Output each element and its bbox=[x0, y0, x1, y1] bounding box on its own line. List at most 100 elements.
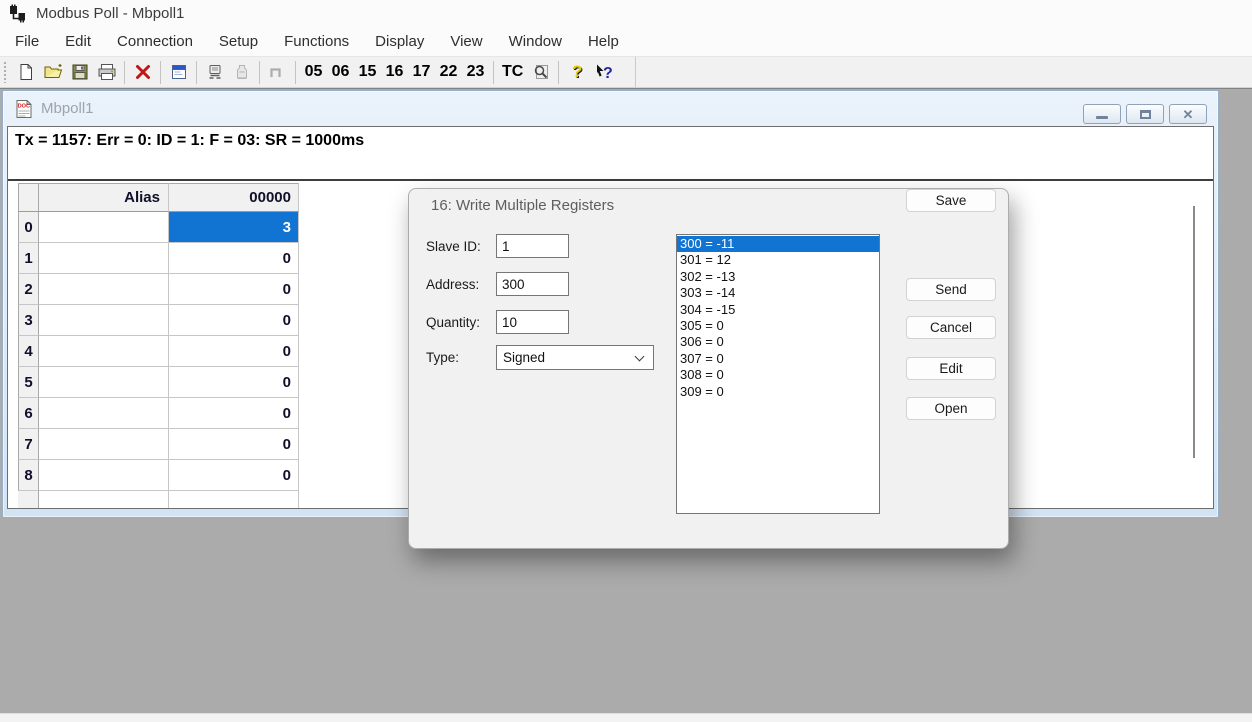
alias-column-header[interactable]: Alias bbox=[39, 183, 169, 212]
value-cell[interactable]: 0 bbox=[169, 460, 299, 491]
menu-item[interactable]: Window bbox=[496, 28, 575, 55]
row-header-cell[interactable]: 4 bbox=[18, 336, 39, 367]
dialog-button[interactable]: Send bbox=[906, 278, 996, 301]
disconnect-button[interactable] bbox=[129, 59, 156, 85]
toolbar-separator bbox=[196, 61, 197, 84]
new-file-button[interactable] bbox=[12, 59, 39, 85]
dialog-button[interactable]: Open bbox=[906, 397, 996, 420]
read-write-definition-button[interactable] bbox=[201, 59, 228, 85]
list-item[interactable]: 309 = 0 bbox=[677, 384, 879, 400]
list-item[interactable]: 301 = 12 bbox=[677, 252, 879, 268]
menu-item[interactable]: Setup bbox=[206, 28, 271, 55]
communication-status-line: Tx = 1157: Err = 0: ID = 1: F = 03: SR =… bbox=[15, 132, 364, 150]
table-row: 3 0 bbox=[18, 305, 299, 336]
alias-cell[interactable] bbox=[39, 367, 169, 398]
toolbar-separator bbox=[259, 61, 260, 84]
row-header-cell[interactable]: 0 bbox=[18, 212, 39, 243]
maximize-button[interactable] bbox=[1126, 104, 1164, 124]
app-title: Modbus Poll - Mbpoll1 bbox=[36, 5, 184, 22]
list-item[interactable]: 304 = -15 bbox=[677, 302, 879, 318]
dialog-fields: Slave ID: Address: Quantity: bbox=[426, 234, 569, 348]
row-header-cell[interactable]: 2 bbox=[18, 274, 39, 305]
type-selected-value: Signed bbox=[503, 350, 545, 365]
close-icon: ✕ bbox=[1183, 108, 1194, 121]
save-button[interactable] bbox=[66, 59, 93, 85]
alias-cell[interactable] bbox=[39, 305, 169, 336]
clipped-row bbox=[18, 491, 299, 509]
dialog-button[interactable]: Save bbox=[906, 189, 996, 212]
alias-cell[interactable] bbox=[39, 398, 169, 429]
dialog-button-column: Send Cancel Edit Open Save bbox=[906, 189, 996, 548]
row-header-cell[interactable]: 6 bbox=[18, 398, 39, 429]
field-input[interactable] bbox=[496, 310, 569, 334]
minimize-button[interactable] bbox=[1083, 104, 1121, 124]
alias-cell[interactable] bbox=[39, 274, 169, 305]
list-item[interactable]: 302 = -13 bbox=[677, 269, 879, 285]
alias-cell[interactable] bbox=[39, 212, 169, 243]
menu-item[interactable]: Connection bbox=[104, 28, 206, 55]
alias-cell[interactable] bbox=[39, 429, 169, 460]
register-value-list[interactable]: 300 = -11301 = 12302 = -13303 = -14304 =… bbox=[676, 234, 880, 514]
alias-cell[interactable] bbox=[39, 336, 169, 367]
context-help-button[interactable]: ? bbox=[590, 59, 617, 85]
display-setup-button[interactable] bbox=[165, 59, 192, 85]
list-item[interactable]: 300 = -11 bbox=[677, 236, 879, 252]
write-multiple-registers-dialog: 16: Write Multiple Registers Slave ID: A… bbox=[408, 188, 1009, 549]
menu-item[interactable]: Edit bbox=[52, 28, 104, 55]
print-button[interactable] bbox=[93, 59, 120, 85]
menu-item[interactable]: View bbox=[437, 28, 495, 55]
menu-item[interactable]: Help bbox=[575, 28, 632, 55]
context-help-icon: ? bbox=[594, 63, 614, 81]
row-header-cell[interactable]: 3 bbox=[18, 305, 39, 336]
alias-cell[interactable] bbox=[39, 243, 169, 274]
function-code-button[interactable]: 23 bbox=[462, 59, 489, 85]
value-cell[interactable]: 0 bbox=[169, 274, 299, 305]
open-file-button[interactable] bbox=[39, 59, 66, 85]
dialog-button[interactable]: Cancel bbox=[906, 316, 996, 339]
menu-item[interactable]: Functions bbox=[271, 28, 362, 55]
list-item[interactable]: 305 = 0 bbox=[677, 318, 879, 334]
test-center-button[interactable]: TC bbox=[498, 59, 527, 85]
value-cell[interactable]: 0 bbox=[169, 336, 299, 367]
dialog-button[interactable]: Edit bbox=[906, 357, 996, 380]
menu-item[interactable]: File bbox=[2, 28, 52, 55]
vertical-scrollbar[interactable] bbox=[1193, 206, 1195, 458]
function-code-button[interactable]: 06 bbox=[327, 59, 354, 85]
communication-traffic-button[interactable] bbox=[228, 59, 255, 85]
alias-cell[interactable] bbox=[39, 460, 169, 491]
row-header-cell[interactable]: 1 bbox=[18, 243, 39, 274]
menu-item[interactable]: Display bbox=[362, 28, 437, 55]
type-select[interactable]: Signed bbox=[496, 345, 654, 370]
function-code-button[interactable]: 05 bbox=[300, 59, 327, 85]
list-item[interactable]: 303 = -14 bbox=[677, 285, 879, 301]
value-cell[interactable]: 3 bbox=[169, 212, 299, 243]
value-column-header[interactable]: 00000 bbox=[169, 183, 299, 212]
value-cell[interactable]: 0 bbox=[169, 429, 299, 460]
communication-log-button[interactable] bbox=[527, 59, 554, 85]
grid-corner-cell bbox=[18, 183, 39, 212]
value-cell[interactable]: 0 bbox=[169, 398, 299, 429]
value-cell[interactable]: 0 bbox=[169, 305, 299, 336]
list-item[interactable]: 306 = 0 bbox=[677, 334, 879, 350]
function-pulse-button[interactable] bbox=[264, 59, 291, 85]
list-item[interactable]: 307 = 0 bbox=[677, 351, 879, 367]
function-code-button[interactable]: 16 bbox=[381, 59, 408, 85]
function-code-button[interactable]: 15 bbox=[354, 59, 381, 85]
function-code-button[interactable]: 22 bbox=[435, 59, 462, 85]
register-grid: Alias 00000 0 3 1 0 bbox=[18, 183, 299, 509]
communication-traffic-icon bbox=[233, 63, 251, 81]
row-header-cell[interactable]: 8 bbox=[18, 460, 39, 491]
close-window-button[interactable]: ✕ bbox=[1169, 104, 1207, 124]
mbpoll-window-titlebar[interactable]: DOC Mbpoll1 bbox=[3, 91, 1218, 126]
field-input[interactable] bbox=[496, 234, 569, 258]
toolbar-separator bbox=[295, 61, 296, 84]
field-input[interactable] bbox=[496, 272, 569, 296]
function-code-button[interactable]: 17 bbox=[408, 59, 435, 85]
value-cell[interactable]: 0 bbox=[169, 243, 299, 274]
row-header-cell[interactable]: 5 bbox=[18, 367, 39, 398]
help-button[interactable]: ? ? bbox=[563, 59, 590, 85]
list-item[interactable]: 308 = 0 bbox=[677, 367, 879, 383]
toolbar-grip[interactable] bbox=[3, 61, 8, 83]
row-header-cell[interactable]: 7 bbox=[18, 429, 39, 460]
value-cell[interactable]: 0 bbox=[169, 367, 299, 398]
